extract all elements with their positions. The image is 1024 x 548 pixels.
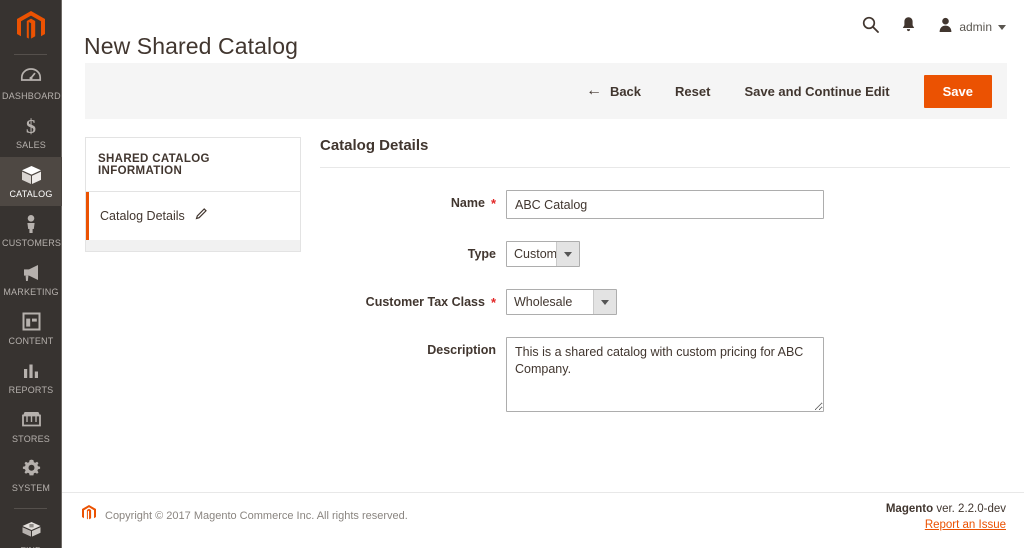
chevron-down-icon <box>998 24 1006 30</box>
sidebar-item-label: SALES <box>15 140 47 150</box>
required-indicator: * <box>490 195 496 211</box>
sidebar-divider-bottom <box>14 508 47 509</box>
report-an-issue-link[interactable]: Report an Issue <box>886 519 1006 531</box>
description-textarea[interactable]: This is a shared catalog with custom pri… <box>506 337 824 412</box>
open-box-icon <box>2 520 60 542</box>
description-field-label-group: Description <box>320 337 506 357</box>
panel-footer-strip <box>86 240 300 251</box>
sidebar-item-label: CATALOG <box>9 189 53 199</box>
sidebar-item-label: CONTENT <box>8 336 54 346</box>
dollar-sign-icon: $ <box>2 115 60 137</box>
field-row-customer-tax-class: Customer Tax Class * Wholesale <box>320 289 1010 315</box>
arrow-left-icon: ← <box>585 82 602 99</box>
type-field-label-group: Type <box>320 241 506 261</box>
brand-name: Magento <box>885 503 934 515</box>
box-icon <box>2 164 60 186</box>
page-header: New Shared Catalog admin <box>62 0 1024 65</box>
nav-item-label: Catalog Details <box>100 209 185 223</box>
sidebar-item-find-partners[interactable]: FIND PARTNERS & EXTENSIONS <box>0 513 62 548</box>
sidebar-item-label: MARKETING <box>3 287 59 297</box>
tax-class-field-control: Wholesale <box>506 289 1010 315</box>
bar-chart-icon <box>2 360 60 382</box>
type-field-label: Type <box>467 247 496 261</box>
main-sidebar: DASHBOARD $ SALES CATALOG CUSTOMERS MARK… <box>0 0 62 548</box>
customer-tax-class-select[interactable]: Wholesale <box>506 289 617 315</box>
back-button[interactable]: ← Back <box>586 83 641 99</box>
required-indicator: * <box>490 294 496 310</box>
sidebar-item-label: REPORTS <box>8 385 54 395</box>
field-row-type: Type Custom <box>320 241 1010 267</box>
shared-catalog-information-panel: SHARED CATALOG INFORMATION Catalog Detai… <box>85 137 301 252</box>
pencil-edit-icon[interactable] <box>195 207 208 225</box>
type-select[interactable]: Custom <box>506 241 580 267</box>
description-field-label: Description <box>427 343 496 357</box>
header-actions: admin <box>862 16 1006 38</box>
back-button-label: Back <box>609 83 642 99</box>
sidebar-item-label: SYSTEM <box>11 483 51 493</box>
admin-username: admin <box>959 20 992 34</box>
admin-page: DASHBOARD $ SALES CATALOG CUSTOMERS MARK… <box>0 0 1024 548</box>
main-content-area: New Shared Catalog admin ← Back Reset Sa… <box>62 0 1024 548</box>
magento-logo[interactable] <box>0 0 61 52</box>
layout-panel-icon <box>2 311 60 333</box>
form-section-title: Catalog Details <box>320 137 1010 168</box>
tax-class-field-label: Customer Tax Class <box>365 295 485 309</box>
page-footer: Copyright © 2017 Magento Commerce Inc. A… <box>62 492 1024 548</box>
tax-class-field-label-group: Customer Tax Class * <box>320 289 506 309</box>
sidebar-item-label: DASHBOARD <box>2 91 61 101</box>
sidebar-item-customers[interactable]: CUSTOMERS <box>0 206 62 255</box>
search-icon[interactable] <box>862 16 880 38</box>
field-row-description: Description This is a shared catalog wit… <box>320 337 1010 417</box>
save-button[interactable]: Save <box>923 74 992 108</box>
tax-class-select-value: Wholesale <box>514 295 573 309</box>
sidebar-item-stores[interactable]: STORES <box>0 402 62 451</box>
person-icon <box>2 213 60 235</box>
version-number: ver. 2.2.0-dev <box>933 503 1006 515</box>
type-select-value: Custom <box>514 247 556 261</box>
name-field-label: Name <box>450 196 485 210</box>
admin-menu[interactable]: admin <box>938 17 1006 38</box>
type-field-control: Custom <box>506 241 1010 267</box>
megaphone-icon <box>2 262 60 284</box>
name-input[interactable] <box>506 190 824 219</box>
gear-icon <box>2 458 60 480</box>
name-field-label-group: Name * <box>320 190 506 210</box>
sidebar-divider-top <box>14 54 47 55</box>
chevron-down-icon <box>556 242 579 266</box>
copyright-text: Copyright © 2017 Magento Commerce Inc. A… <box>105 509 408 522</box>
sidebar-item-content[interactable]: CONTENT <box>0 304 62 353</box>
page-actions-toolbar: ← Back Reset Save and Continue Edit Save <box>85 63 1007 119</box>
storefront-icon <box>2 409 60 431</box>
dashboard-gauge-icon <box>2 66 60 88</box>
reset-button[interactable]: Reset <box>675 84 710 99</box>
info-card-title: SHARED CATALOG INFORMATION <box>86 138 300 192</box>
footer-left: Copyright © 2017 Magento Commerce Inc. A… <box>82 505 408 526</box>
save-continue-label: Save and Continue Edit <box>744 83 890 99</box>
sidebar-item-sales[interactable]: $ SALES <box>0 108 62 157</box>
svg-text:$: $ <box>26 116 36 137</box>
sidebar-item-marketing[interactable]: MARKETING <box>0 255 62 304</box>
sidebar-item-label: STORES <box>11 434 51 444</box>
sidebar-item-label: CUSTOMERS <box>2 238 62 248</box>
name-field-control <box>506 190 1010 219</box>
sidebar-item-system[interactable]: SYSTEM <box>0 451 62 500</box>
bell-icon[interactable] <box>901 16 916 38</box>
chevron-down-icon <box>593 290 616 314</box>
field-row-name: Name * <box>320 190 1010 219</box>
sidebar-item-dashboard[interactable]: DASHBOARD <box>0 59 62 108</box>
page-title: New Shared Catalog <box>84 33 299 60</box>
description-field-control: This is a shared catalog with custom pri… <box>506 337 1010 417</box>
sidebar-item-catalog[interactable]: CATALOG <box>0 157 62 206</box>
catalog-details-form: Catalog Details Name * Type <box>320 137 1010 417</box>
version-info: Magento ver. 2.2.0-dev <box>886 503 1006 515</box>
user-avatar-icon <box>938 17 953 38</box>
magento-footer-logo <box>82 505 96 526</box>
sidebar-item-reports[interactable]: REPORTS <box>0 353 62 402</box>
save-and-continue-edit-button[interactable]: Save and Continue Edit <box>744 84 889 99</box>
nav-item-catalog-details[interactable]: Catalog Details <box>86 192 300 240</box>
footer-right: Magento ver. 2.2.0-dev Report an Issue <box>886 503 1006 531</box>
reset-button-label: Reset <box>675 83 711 99</box>
magento-logo-icon <box>16 10 45 39</box>
